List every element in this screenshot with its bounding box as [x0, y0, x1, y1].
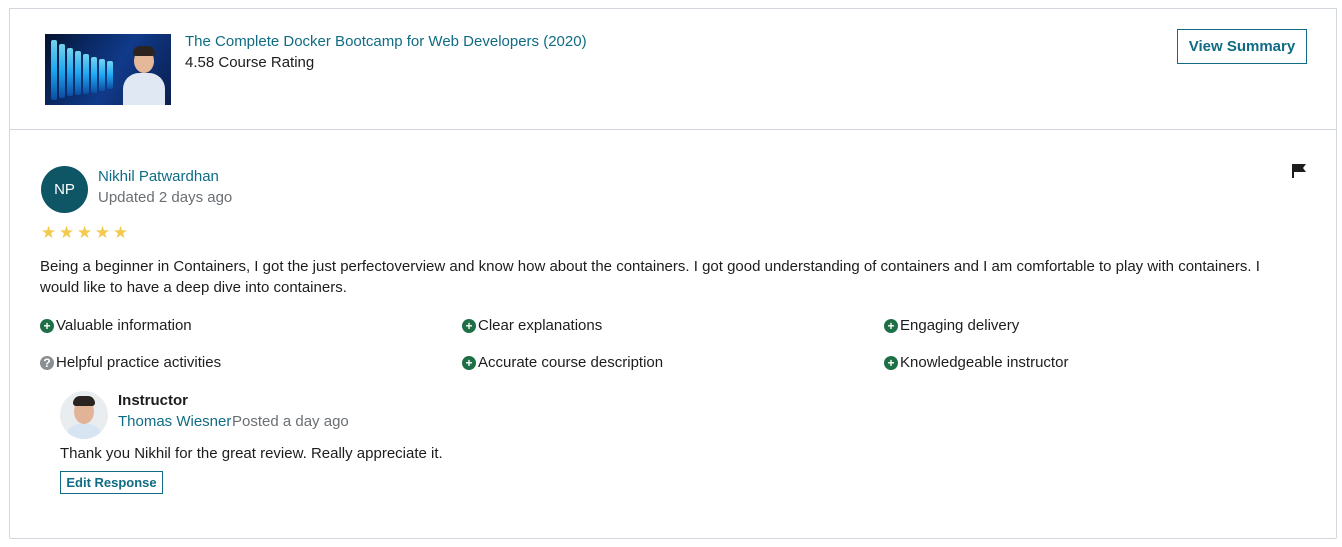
feedback-tag-label: Knowledgeable instructor	[900, 354, 1069, 371]
thumbnail-decor	[51, 40, 57, 100]
feedback-tag-label: Valuable information	[56, 317, 192, 334]
thumbnail-decor	[67, 48, 73, 96]
feedback-tag-label: Clear explanations	[478, 317, 603, 334]
flag-icon[interactable]	[1291, 164, 1307, 178]
plus-circle-icon: +	[462, 355, 476, 370]
feedback-tag-label: Accurate course description	[478, 354, 664, 371]
star-icon: ★	[112, 223, 129, 242]
view-summary-button[interactable]: View Summary	[1177, 29, 1307, 64]
star-icon: ★	[58, 223, 75, 242]
review-card: NP Nikhil Patwardhan Updated 2 days ago …	[9, 129, 1337, 539]
course-rating: 4.58 Course Rating	[185, 54, 315, 71]
star-icon: ★	[76, 223, 93, 242]
course-card: The Complete Docker Bootcamp for Web Dev…	[9, 8, 1337, 130]
instructor-name-link[interactable]: Thomas Wiesner	[118, 413, 231, 430]
plus-circle-icon: +	[884, 355, 898, 370]
feedback-tag: + Clear explanations	[462, 317, 602, 334]
response-posted-time: Posted a day ago	[232, 413, 349, 430]
instructor-avatar	[60, 391, 108, 439]
feedback-tag: ? Helpful practice activities	[40, 354, 221, 371]
feedback-tag-label: Helpful practice activities	[56, 354, 222, 371]
course-title-link[interactable]: The Complete Docker Bootcamp for Web Dev…	[185, 33, 587, 50]
plus-circle-icon: +	[884, 318, 898, 333]
star-icon: ★	[40, 223, 57, 242]
feedback-tag-label: Engaging delivery	[900, 317, 1020, 334]
course-thumbnail[interactable]	[45, 34, 171, 105]
reviewer-name-link[interactable]: Nikhil Patwardhan	[98, 168, 219, 185]
thumbnail-decor	[83, 54, 89, 94]
star-icon: ★	[94, 223, 111, 242]
thumbnail-decor	[75, 51, 81, 95]
thumbnail-decor	[91, 57, 97, 93]
star-rating: ★ ★ ★ ★ ★	[40, 224, 129, 241]
question-circle-icon: ?	[40, 355, 54, 370]
plus-circle-icon: +	[462, 318, 476, 333]
instructor-photo	[123, 43, 165, 105]
instructor-role-label: Instructor	[118, 392, 189, 409]
feedback-tag: + Engaging delivery	[884, 317, 1019, 334]
reviewer-avatar: NP	[41, 166, 88, 213]
plus-circle-icon: +	[40, 318, 54, 333]
thumbnail-decor	[107, 61, 113, 89]
response-body: Thank you Nikhil for the great review. R…	[60, 445, 443, 462]
review-updated-time: Updated 2 days ago	[98, 189, 233, 206]
feedback-tag: + Valuable information	[40, 317, 192, 334]
thumbnail-decor	[59, 44, 65, 98]
feedback-tag: + Accurate course description	[462, 354, 663, 371]
feedback-tag: + Knowledgeable instructor	[884, 354, 1068, 371]
thumbnail-decor	[99, 59, 105, 91]
review-body: Being a beginner in Containers, I got th…	[40, 258, 1260, 296]
edit-response-button[interactable]: Edit Response	[60, 471, 163, 494]
